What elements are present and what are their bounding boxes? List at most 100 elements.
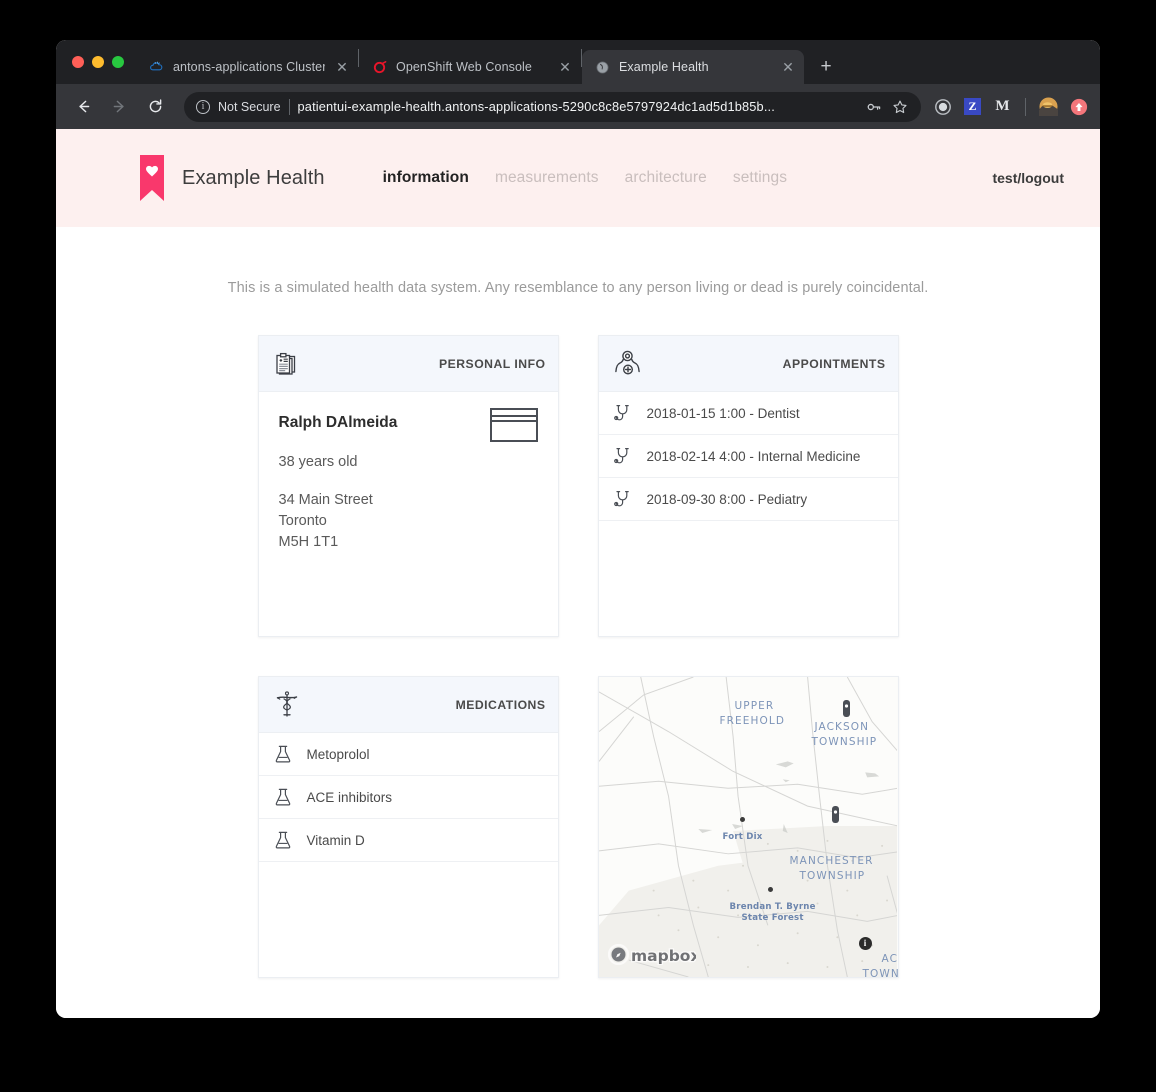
- nav-item-architecture[interactable]: architecture: [625, 169, 707, 187]
- site-info-icon[interactable]: i: [196, 99, 210, 114]
- mapbox-attribution[interactable]: mapbox: [607, 944, 696, 965]
- medication-label: Vitamin D: [306, 832, 365, 848]
- doctor-icon: [613, 349, 643, 379]
- globe-icon: [594, 59, 610, 75]
- personal-info-card: PERSONAL INFO Ralph DAlmeida 38 years ol…: [257, 335, 559, 637]
- map-label-place: Brendan T. Byrne: [729, 902, 816, 912]
- stethoscope-icon: [613, 446, 633, 466]
- map-label-region: UPPER: [734, 700, 775, 712]
- medications-card-title: MEDICATIONS: [455, 697, 546, 712]
- appointments-card-title: APPOINTMENTS: [782, 356, 886, 371]
- caduceus-icon: [273, 690, 303, 720]
- avatar-icon[interactable]: [1039, 97, 1058, 116]
- map-label-region: JACKSON: [814, 721, 870, 733]
- minimize-window-button[interactable]: [92, 56, 104, 68]
- flask-icon: [273, 830, 293, 850]
- appointment-label: 2018-01-15 1:00 - Dentist: [646, 405, 800, 421]
- brand-name: Example Health: [182, 166, 325, 189]
- maximize-window-button[interactable]: [112, 56, 124, 68]
- patient-address: 34 Main Street Toronto M5H 1T1: [279, 490, 538, 553]
- flask-icon: [273, 787, 293, 807]
- appointment-label: 2018-02-14 4:00 - Internal Medicine: [646, 448, 861, 464]
- cards-grid: PERSONAL INFO Ralph DAlmeida 38 years ol…: [56, 335, 1100, 978]
- url-text: patientui-example-health.antons-applicat…: [297, 99, 775, 114]
- appointment-row[interactable]: 2018-09-30 8:00 - Pediatry: [598, 478, 898, 521]
- extension-icons: Z M: [933, 97, 1088, 116]
- map-marker-state-forest: [767, 887, 773, 892]
- new-tab-button[interactable]: +: [812, 53, 840, 81]
- circle-extension-icon[interactable]: [933, 97, 952, 116]
- appointment-label: 2018-09-30 8:00 - Pediatry: [646, 491, 808, 507]
- ibm-cloud-icon: [148, 59, 164, 75]
- address-line-3: M5H 1T1: [278, 534, 339, 550]
- pink-ribbon-heart-logo: [140, 155, 164, 201]
- medication-row[interactable]: Metoprolol: [258, 733, 558, 776]
- address-line-2: Toronto: [278, 513, 327, 529]
- map-transit-marker: [831, 806, 839, 823]
- nav-item-settings[interactable]: settings: [733, 169, 787, 187]
- address-bar[interactable]: i Not Secure patientui-example-health.an…: [184, 91, 921, 122]
- map-label-region: TOWNSHIP: [811, 736, 878, 748]
- window-traffic-lights: [66, 40, 136, 84]
- svg-text:mapbox: mapbox: [631, 947, 696, 965]
- browser-tab-3-close-icon[interactable]: ✕: [780, 59, 796, 75]
- reload-button[interactable]: [140, 92, 170, 122]
- browser-tab-1[interactable]: antons-applications Cluster - I ✕: [136, 50, 358, 84]
- medication-row[interactable]: Vitamin D: [258, 819, 558, 862]
- map-info-icon[interactable]: i: [858, 937, 872, 950]
- medication-row[interactable]: ACE inhibitors: [258, 776, 558, 819]
- personal-info-card-header: PERSONAL INFO: [258, 336, 558, 392]
- medication-label: Metoprolol: [306, 746, 370, 762]
- map-label-place: Fort Dix: [722, 832, 763, 842]
- browser-toolbar: i Not Secure patientui-example-health.an…: [56, 84, 1100, 129]
- back-button[interactable]: [68, 92, 98, 122]
- personal-info-card-title: PERSONAL INFO: [439, 356, 546, 371]
- page-content: Example Health information measurements …: [56, 129, 1100, 1018]
- app-header: Example Health information measurements …: [56, 129, 1100, 227]
- stethoscope-icon: [613, 403, 633, 423]
- key-icon[interactable]: [865, 98, 883, 116]
- main-nav: information measurements architecture se…: [383, 169, 787, 187]
- map-label-region: FREEHOLD: [719, 715, 785, 727]
- stethoscope-icon: [613, 489, 633, 509]
- insurance-card-icon: [489, 408, 538, 447]
- toolbar-divider: [1025, 97, 1026, 116]
- forward-button[interactable]: [104, 92, 134, 122]
- close-window-button[interactable]: [72, 56, 84, 68]
- medication-label: ACE inhibitors: [306, 789, 393, 805]
- nav-item-information[interactable]: information: [383, 169, 469, 187]
- map-label-region: MANCHESTER: [789, 855, 874, 867]
- security-status-label: Not Secure: [218, 99, 281, 114]
- address-line-1: 34 Main Street: [278, 492, 373, 508]
- star-icon[interactable]: [891, 98, 909, 116]
- zotero-icon[interactable]: Z: [963, 97, 982, 116]
- medications-card: MEDICATIONS Metoprolol ACE inhibitors Vi…: [257, 676, 559, 978]
- browser-tab-strip: antons-applications Cluster - I ✕ OpenSh…: [56, 40, 1100, 84]
- user-logout-link[interactable]: test/logout: [992, 170, 1064, 186]
- browser-tab-3-title: Example Health: [619, 60, 709, 74]
- disclaimer-text: This is a simulated health data system. …: [227, 280, 929, 296]
- location-map[interactable]: UPPER FREEHOLD JACKSON TOWNSHIP MANCHEST…: [597, 676, 899, 978]
- map-label-region: TOWNSHIP: [799, 870, 866, 882]
- map-label-place: State Forest: [741, 913, 804, 923]
- browser-tab-2-title: OpenShift Web Console: [396, 60, 532, 74]
- browser-tab-1-close-icon[interactable]: ✕: [334, 59, 350, 75]
- map-label-region: TOWN: [862, 968, 899, 978]
- patient-age: 38 years old: [278, 454, 358, 470]
- medium-icon[interactable]: M: [993, 97, 1012, 116]
- brand[interactable]: Example Health: [140, 155, 325, 201]
- map-transit-marker: [842, 700, 850, 717]
- appointments-card-header: APPOINTMENTS: [598, 336, 898, 392]
- upload-icon[interactable]: [1069, 97, 1088, 116]
- browser-tab-3[interactable]: Example Health ✕: [582, 50, 804, 84]
- omnibox-divider: [288, 98, 290, 115]
- personal-info-body: Ralph DAlmeida 38 years old 34 Main Stre…: [259, 392, 558, 553]
- browser-tab-2[interactable]: OpenShift Web Console ✕: [359, 50, 581, 84]
- map-label-region: AC: [881, 953, 899, 965]
- clipboard-icon: [273, 349, 303, 379]
- nav-item-measurements[interactable]: measurements: [495, 169, 599, 187]
- medications-card-header: MEDICATIONS: [258, 677, 558, 733]
- appointment-row[interactable]: 2018-01-15 1:00 - Dentist: [598, 392, 898, 435]
- appointment-row[interactable]: 2018-02-14 4:00 - Internal Medicine: [598, 435, 898, 478]
- browser-tab-2-close-icon[interactable]: ✕: [557, 59, 573, 75]
